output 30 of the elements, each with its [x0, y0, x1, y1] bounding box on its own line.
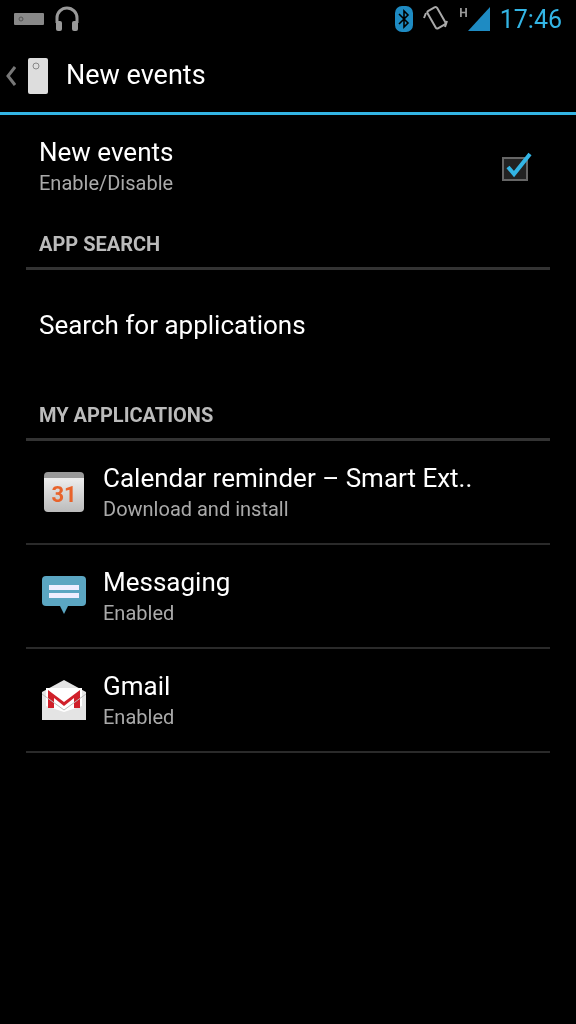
calendar-icon: 31	[44, 472, 84, 512]
envelope-icon	[42, 680, 86, 720]
app-status: Download and install	[103, 496, 290, 523]
app-title: Calendar reminder – Smart Ext..	[103, 462, 473, 495]
checkbox[interactable]	[501, 150, 533, 182]
screen-title: New events	[66, 58, 206, 94]
back-caret-icon	[6, 65, 16, 86]
app-item[interactable]: 31 Calendar reminder – Smart Ext.. Download and install	[26, 441, 550, 545]
toggle-row[interactable]: New events Enable/Disable	[0, 115, 576, 209]
setting-summary: Enable/Disable	[39, 170, 175, 197]
item-title: Search for applications	[39, 308, 306, 342]
app-status: Enabled	[103, 704, 175, 731]
section-header: MY APPLICATIONS	[38, 402, 215, 428]
device-icon	[14, 13, 44, 25]
chat-bubble-icon	[42, 576, 86, 616]
signal-icon	[467, 7, 490, 31]
clock: 17:46	[499, 6, 562, 32]
app-title: Messaging	[103, 566, 231, 599]
headphones-icon	[54, 6, 80, 32]
list-item[interactable]: Search for applications	[0, 270, 576, 380]
network-type: H	[459, 7, 468, 19]
bluetooth-icon	[395, 6, 414, 32]
app-title: Gmail	[103, 670, 172, 703]
app-status: Enabled	[103, 600, 176, 627]
setting-title: New events	[39, 136, 175, 169]
device-icon	[28, 57, 48, 94]
vibrate-icon	[423, 5, 450, 33]
app-item[interactable]: Gmail Enabled	[26, 649, 550, 753]
app-item[interactable]: Messaging Enabled	[26, 545, 550, 649]
section-header: APP SEARCH	[38, 231, 162, 257]
